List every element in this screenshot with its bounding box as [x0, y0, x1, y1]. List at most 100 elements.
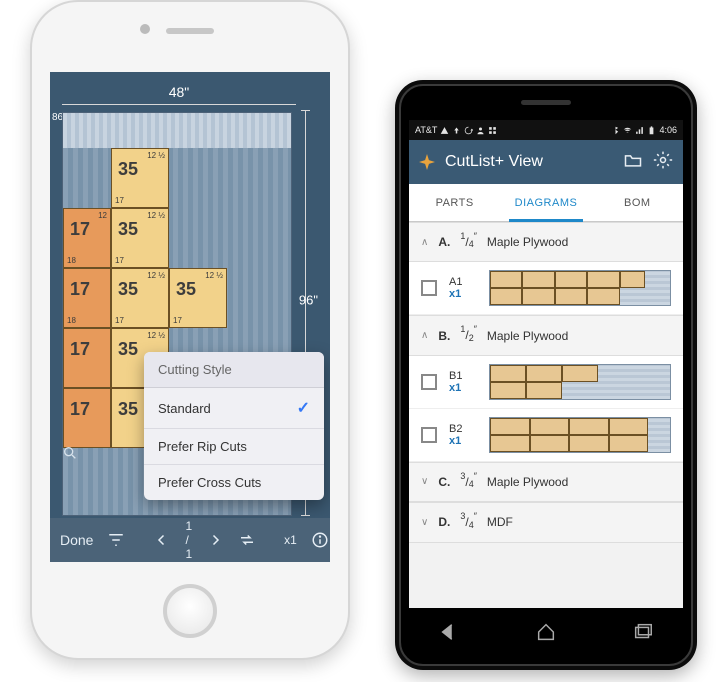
iphone-screen: 48" 86 ¾ 96" 12 ½ 35 17 12 ½ 35 17 12 ½: [50, 72, 330, 562]
piece-bottom-dim: 17: [173, 316, 182, 325]
filter-icon[interactable]: [107, 531, 125, 549]
sheet-code: A1x1: [449, 276, 477, 300]
next-icon[interactable]: [206, 531, 224, 549]
tab-diagrams[interactable]: DIAGRAMS: [500, 184, 591, 221]
layout-thumbnail[interactable]: [489, 270, 671, 306]
iphone-device-frame: 48" 86 ¾ 96" 12 ½ 35 17 12 ½ 35 17 12 ½: [30, 0, 350, 660]
chevron-down-icon: ∨: [421, 476, 428, 487]
piece-bottom-dim: 17: [115, 316, 124, 325]
piece-main-dim: 35: [118, 159, 138, 180]
material-section-header[interactable]: ∧A.1/4″Maple Plywood: [409, 222, 683, 262]
piece-17[interactable]: 17 18: [63, 268, 111, 328]
checkbox[interactable]: [421, 374, 437, 390]
home-icon[interactable]: [535, 621, 557, 648]
battery-icon: [647, 126, 656, 135]
android-screen: AT&T 4:06 CutList+ View: [409, 120, 683, 608]
material-section-header[interactable]: ∨D.3/4″MDF: [409, 502, 683, 542]
piece-main-dim: 17: [70, 219, 90, 240]
bluetooth-icon: [611, 126, 620, 135]
upload-icon: [452, 126, 461, 135]
app-bar: CutList+ View: [409, 140, 683, 184]
tab-label: PARTS: [436, 197, 474, 209]
checkbox[interactable]: [421, 427, 437, 443]
piece-35[interactable]: 12 ½ 35 17: [169, 268, 227, 328]
piece-bottom-dim: 18: [67, 316, 76, 325]
piece-main-dim: 17: [70, 279, 90, 300]
clock-label: 4:06: [659, 125, 677, 135]
piece-bottom-dim: 18: [67, 256, 76, 265]
section-letter: C.: [438, 475, 450, 489]
popup-option-rip[interactable]: Prefer Rip Cuts: [144, 429, 324, 465]
section-letter: D.: [438, 515, 450, 529]
signal-icon: [635, 126, 644, 135]
diagram-row[interactable]: A1x1: [409, 262, 683, 315]
recompute-icon[interactable]: [238, 531, 256, 549]
material-name: Maple Plywood: [487, 329, 568, 343]
home-button[interactable]: [163, 584, 217, 638]
width-label: 48": [62, 84, 296, 100]
app-title: CutList+ View: [445, 153, 613, 171]
piece-top-dim: 12 ½: [147, 271, 165, 280]
section-letter: B.: [438, 329, 450, 343]
tab-bom[interactable]: BOM: [592, 184, 683, 221]
material-name: Maple Plywood: [487, 235, 568, 249]
checkmark-icon: ✓: [297, 398, 310, 418]
back-icon[interactable]: [438, 621, 460, 648]
piece-35[interactable]: 12 ½ 35 17: [111, 268, 169, 328]
piece-17[interactable]: 12 17 18: [63, 208, 111, 268]
settings-icon[interactable]: [653, 150, 673, 175]
checkbox[interactable]: [421, 280, 437, 296]
chevron-up-icon: ∧: [421, 330, 428, 341]
piece-bottom-dim: 17: [115, 256, 124, 265]
piece-main-dim: 17: [70, 399, 90, 420]
thickness-label: 3/4″: [460, 473, 477, 491]
diagram-row[interactable]: B2x1: [409, 409, 683, 462]
waste-area: [63, 113, 291, 148]
open-folder-icon[interactable]: [623, 150, 643, 175]
material-section-header[interactable]: ∧ B. 1/2″ Maple Plywood: [409, 315, 683, 355]
material-name: MDF: [487, 515, 513, 529]
wifi-icon: [623, 126, 632, 135]
layout-thumbnail[interactable]: [489, 417, 671, 453]
popup-option-cross[interactable]: Prefer Cross Cuts: [144, 465, 324, 500]
zoom-icon[interactable]: [62, 445, 78, 464]
piece-17[interactable]: 17: [63, 328, 111, 388]
tab-parts[interactable]: PARTS: [409, 184, 500, 221]
piece-top-dim: 12: [98, 211, 107, 220]
piece-top-dim: 12 ½: [147, 211, 165, 220]
sheet-count: x1: [449, 435, 477, 447]
piece-35[interactable]: 12 ½ 35 17: [111, 148, 169, 208]
popup-option-standard[interactable]: Standard ✓: [144, 388, 324, 429]
piece-17[interactable]: 17: [63, 388, 111, 448]
piece-main-dim: 35: [118, 339, 138, 360]
app-logo-icon: [419, 154, 435, 170]
prev-icon[interactable]: [153, 531, 171, 549]
layout-thumbnail[interactable]: [489, 364, 671, 400]
piece-35[interactable]: 12 ½ 35 17: [111, 208, 169, 268]
speaker-slot: [166, 28, 214, 34]
thickness-label: 1/2″: [460, 326, 477, 344]
sheet-count: x1: [449, 288, 477, 300]
count-label: x1: [284, 533, 297, 547]
materials-list[interactable]: ∧A.1/4″Maple Plywood A1x1 ∧ B. 1/2″ Maple Ply…: [409, 222, 683, 608]
sync-icon: [464, 126, 473, 135]
material-section-header[interactable]: ∨ C. 3/4″ Maple Plywood: [409, 462, 683, 502]
piece-top-dim: 12 ½: [205, 271, 223, 280]
sheet-count: x1: [449, 382, 477, 394]
done-button[interactable]: Done: [60, 532, 93, 548]
option-label: Standard: [158, 401, 211, 416]
warning-icon: [440, 126, 449, 135]
piece-top-dim: 12 ½: [147, 331, 165, 340]
tab-bar: PARTS DIAGRAMS BOM: [409, 184, 683, 222]
material-name: Maple Plywood: [487, 475, 568, 489]
diagram-row[interactable]: B1x1: [409, 356, 683, 409]
piece-main-dim: 35: [118, 279, 138, 300]
recents-icon[interactable]: [632, 621, 654, 648]
piece-bottom-dim: 17: [115, 196, 124, 205]
option-label: Prefer Cross Cuts: [158, 475, 261, 490]
sheet-code: B1x1: [449, 370, 477, 394]
camera-dot: [140, 24, 150, 34]
piece-main-dim: 35: [176, 279, 196, 300]
info-icon[interactable]: [311, 531, 329, 549]
height-label: 96": [299, 293, 318, 308]
